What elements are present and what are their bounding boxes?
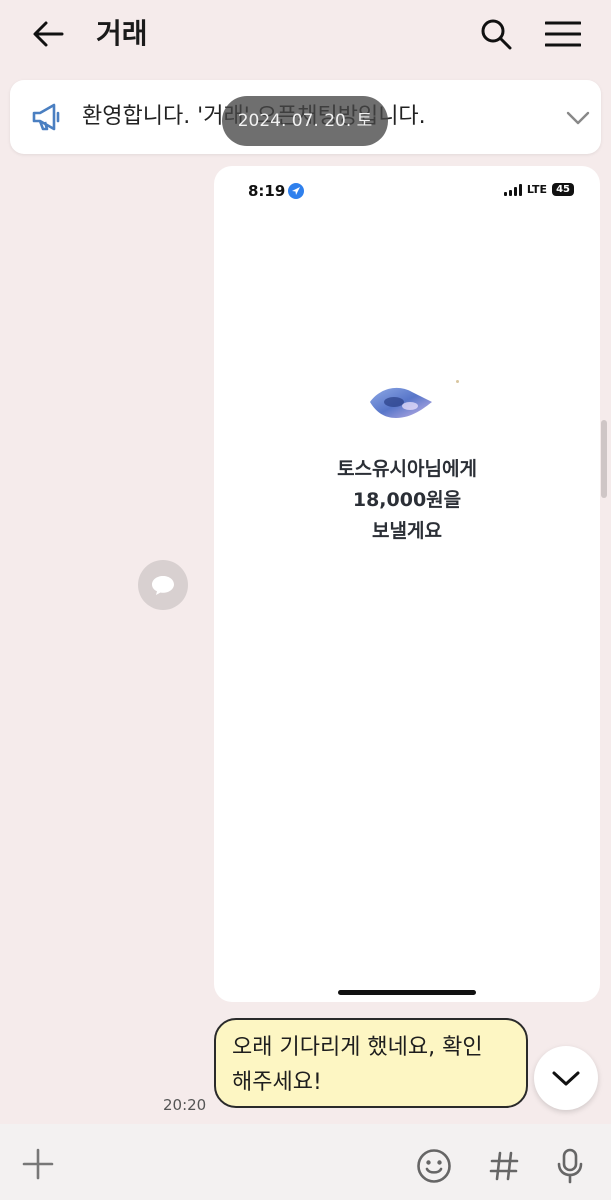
image-status-time: 8:19 <box>248 182 286 200</box>
transfer-message: 토스유시아님에게 18,000원을 보낼게요 <box>214 454 600 547</box>
home-indicator <box>338 990 476 995</box>
hamburger-menu-icon <box>545 21 581 47</box>
message-timestamp: 20:20 <box>163 1096 207 1114</box>
scrollbar[interactable] <box>601 420 607 498</box>
emoji-button[interactable] <box>414 1146 454 1186</box>
microphone-icon <box>557 1148 583 1184</box>
top-app-bar: 거래 <box>0 0 611 70</box>
search-icon <box>481 19 512 50</box>
transfer-recipient: 토스유시아님에게 <box>337 458 477 480</box>
decoration-dot <box>456 380 459 383</box>
message-line-1: 오래 기다리게 했네요, 확인 <box>232 1035 483 1060</box>
signal-icon <box>503 183 522 196</box>
toss-blob-icon <box>370 387 432 418</box>
shared-image[interactable]: 8:19 LTE 45 토스유시아님에게 18,000원을 보낼게요 <box>214 166 600 1002</box>
message-line-2: 해주세요! <box>232 1070 322 1095</box>
chat-input-bar <box>0 1124 611 1200</box>
speech-bubble-icon <box>152 576 174 595</box>
share-button[interactable] <box>138 560 188 610</box>
megaphone-icon <box>32 103 60 131</box>
plus-icon <box>22 1148 54 1180</box>
chat-title: 거래 <box>96 17 148 50</box>
hashtag-icon <box>489 1151 519 1181</box>
location-arrow-icon <box>288 183 304 199</box>
network-label: LTE <box>526 183 548 196</box>
arrow-left-icon <box>33 21 64 47</box>
emoji-icon <box>417 1149 451 1183</box>
voice-button[interactable] <box>550 1146 590 1186</box>
back-button[interactable] <box>28 16 68 52</box>
transfer-amount: 18,000원을 <box>352 489 462 511</box>
menu-button[interactable] <box>542 14 584 54</box>
chevron-down-icon <box>552 1071 580 1086</box>
date-indicator: 2024. 07. 20. 토 <box>222 96 388 146</box>
image-status-bar: LTE 45 <box>503 183 574 196</box>
scroll-to-bottom-button[interactable] <box>534 1046 598 1110</box>
hashtag-button[interactable] <box>484 1146 524 1186</box>
transfer-action: 보낼게요 <box>372 520 442 542</box>
chevron-down-icon[interactable] <box>564 104 592 132</box>
attach-button[interactable] <box>18 1144 58 1184</box>
message-bubble[interactable]: 오래 기다리게 했네요, 확인 해주세요! <box>214 1018 528 1108</box>
battery-icon: 45 <box>552 183 574 196</box>
search-button[interactable] <box>476 14 516 54</box>
